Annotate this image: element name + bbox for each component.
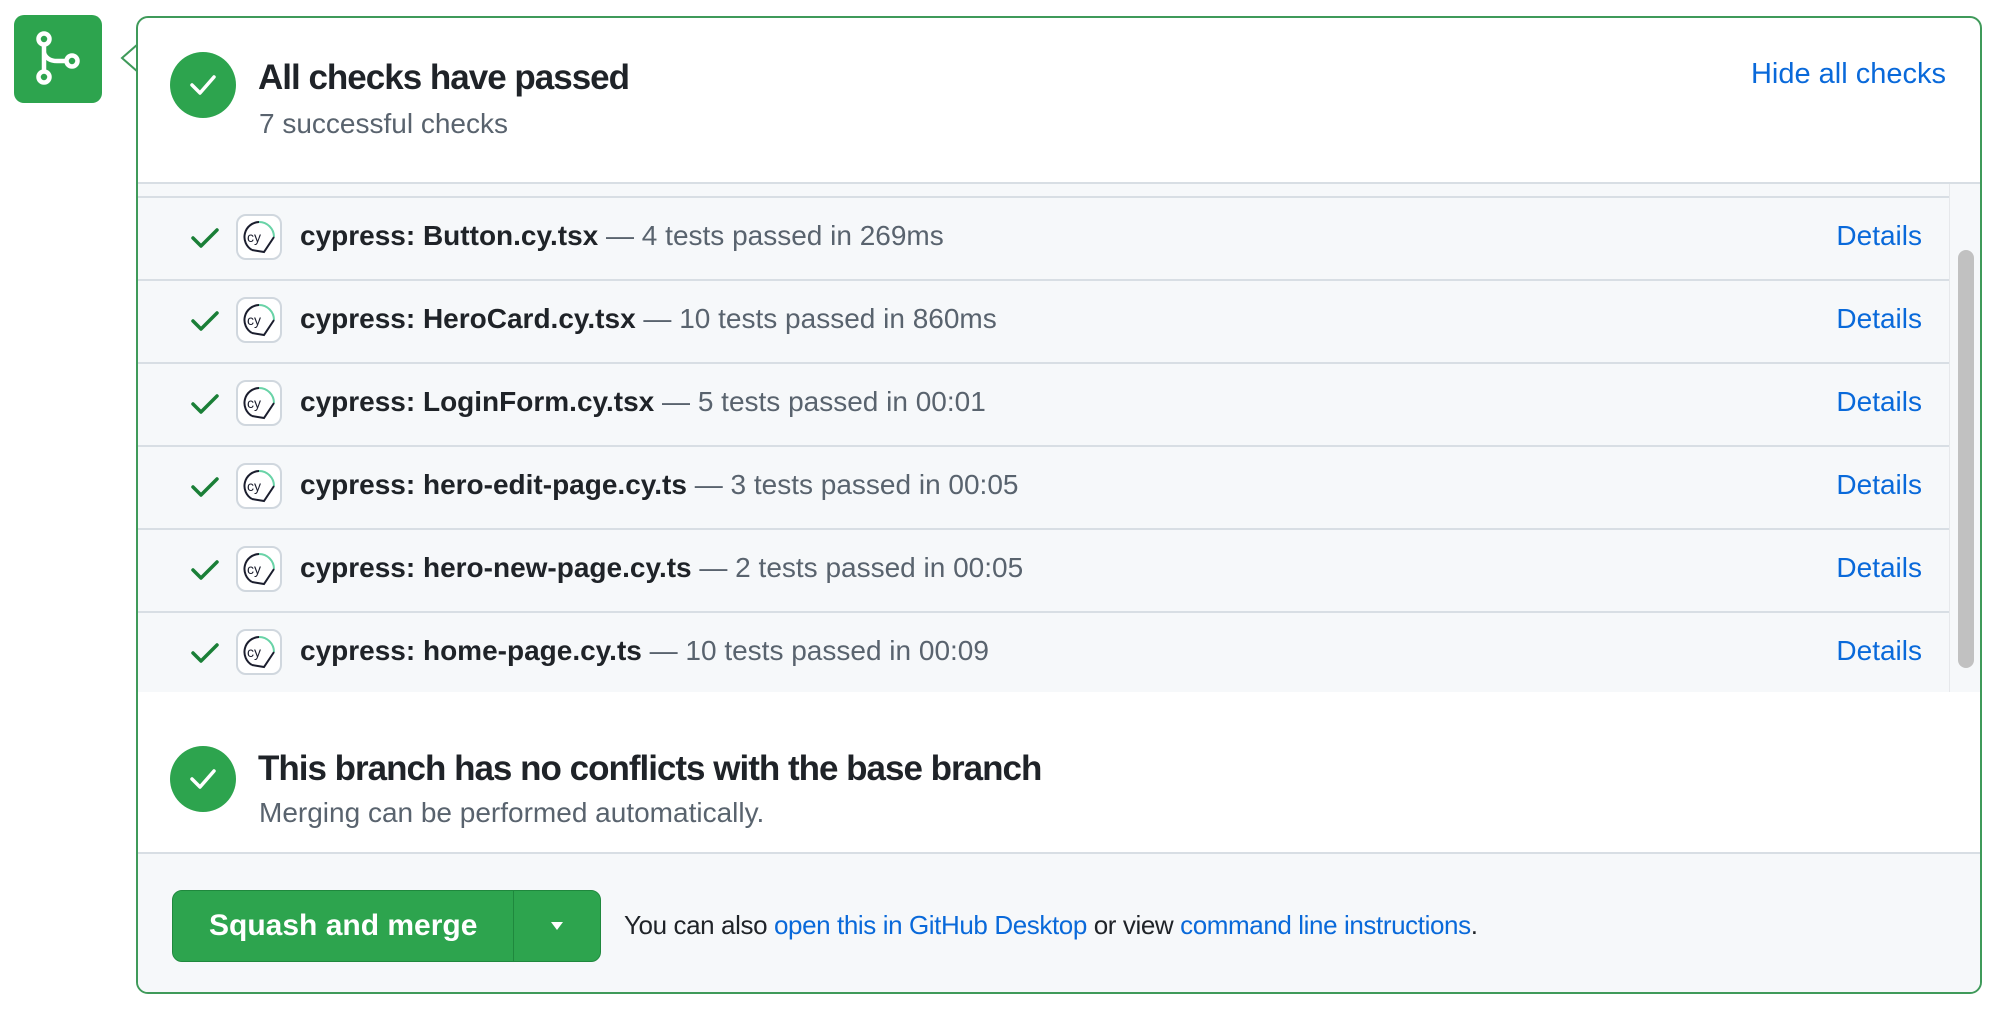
checks-list-inner: cy cypress: Button.cy.tsx — 4 tests pass… [138, 196, 1950, 692]
checks-list[interactable]: cy cypress: Button.cy.tsx — 4 tests pass… [138, 182, 1980, 694]
check-row: cy cypress: HeroCard.cy.tsx — 10 tests p… [138, 279, 1950, 362]
check-row: cy cypress: hero-new-page.cy.ts — 2 test… [138, 528, 1950, 611]
check-name: cypress: Button.cy.tsx [300, 220, 599, 251]
merge-checks-panel: All checks have passed 7 successful chec… [136, 16, 1982, 994]
hint-prefix: You can also [624, 910, 774, 940]
success-circle-icon [170, 52, 236, 118]
merge-button-group: Squash and merge [172, 890, 602, 962]
check-description: — 5 tests passed in 00:01 [654, 386, 986, 417]
check-name: cypress: hero-new-page.cy.ts [300, 552, 692, 583]
check-icon [191, 560, 219, 580]
svg-text:cy: cy [247, 312, 261, 328]
hide-all-checks-link[interactable]: Hide all checks [1751, 58, 1946, 91]
merge-method-dropdown[interactable] [513, 891, 601, 961]
check-description: — 2 tests passed in 00:05 [691, 552, 1024, 583]
svg-text:cy: cy [247, 644, 261, 660]
checks-title: All checks have passed [258, 58, 630, 97]
check-name: cypress: home-page.cy.ts [300, 635, 642, 666]
cypress-logo-icon: cy [236, 380, 282, 426]
check-icon [191, 311, 219, 331]
scrollbar-track[interactable] [1949, 184, 1980, 692]
svg-text:cy: cy [247, 561, 261, 577]
details-link[interactable]: Details [1836, 469, 1922, 501]
details-link[interactable]: Details [1836, 635, 1922, 667]
check-row: cy cypress: Button.cy.tsx — 4 tests pass… [138, 196, 1950, 279]
check-row: cy cypress: LoginForm.cy.tsx — 5 tests p… [138, 362, 1950, 445]
details-link[interactable]: Details [1836, 303, 1922, 335]
check-icon [191, 477, 219, 497]
git-merge-icon [36, 31, 80, 85]
cypress-logo-icon: cy [236, 214, 282, 260]
squash-and-merge-button[interactable]: Squash and merge [173, 891, 514, 961]
hint-suffix: . [1470, 910, 1478, 940]
hint-middle: or view [1086, 910, 1181, 940]
check-icon [190, 769, 216, 789]
check-name: cypress: hero-edit-page.cy.ts [300, 469, 687, 500]
check-name: cypress: HeroCard.cy.tsx [300, 303, 636, 334]
check-description: — 10 tests passed in 860ms [635, 303, 997, 334]
checks-subtitle: 7 successful checks [259, 108, 508, 139]
merge-branch-badge [14, 15, 102, 103]
check-icon [191, 643, 219, 663]
svg-text:cy: cy [247, 478, 261, 494]
open-in-desktop-link[interactable]: open this in GitHub Desktop [774, 910, 1087, 940]
svg-text:cy: cy [247, 395, 261, 411]
cypress-logo-icon: cy [236, 463, 282, 509]
details-link[interactable]: Details [1836, 552, 1922, 584]
triangle-down-icon [551, 922, 564, 930]
merge-status: This branch has no conflicts with the ba… [138, 692, 1980, 852]
merge-hint: You can also open this in GitHub Desktop… [624, 910, 1478, 941]
scrollbar-thumb[interactable] [1958, 250, 1974, 668]
check-icon [191, 394, 219, 414]
check-icon [191, 228, 219, 248]
check-description: — 3 tests passed in 00:05 [686, 469, 1019, 500]
merge-status-title: This branch has no conflicts with the ba… [258, 749, 1042, 788]
check-icon [190, 75, 216, 95]
check-row: cy cypress: hero-edit-page.cy.ts — 3 tes… [138, 445, 1950, 528]
check-description: — 10 tests passed in 00:09 [641, 635, 989, 666]
cypress-logo-icon: cy [236, 546, 282, 592]
merge-actions: Squash and merge You can also open this … [138, 852, 1980, 992]
cypress-logo-icon: cy [236, 629, 282, 675]
cypress-logo-icon: cy [236, 297, 282, 343]
check-description: — 4 tests passed in 269ms [598, 220, 944, 251]
success-circle-icon [170, 746, 236, 812]
check-name: cypress: LoginForm.cy.tsx [300, 386, 655, 417]
checks-summary: All checks have passed 7 successful chec… [138, 18, 1980, 182]
check-row: cy cypress: home-page.cy.ts — 10 tests p… [138, 611, 1950, 692]
details-link[interactable]: Details [1836, 386, 1922, 418]
command-line-instructions-link[interactable]: command line instructions [1180, 910, 1471, 940]
merge-status-subtitle: Merging can be performed automatically. [259, 797, 765, 828]
details-link[interactable]: Details [1836, 220, 1922, 252]
svg-text:cy: cy [247, 229, 261, 245]
